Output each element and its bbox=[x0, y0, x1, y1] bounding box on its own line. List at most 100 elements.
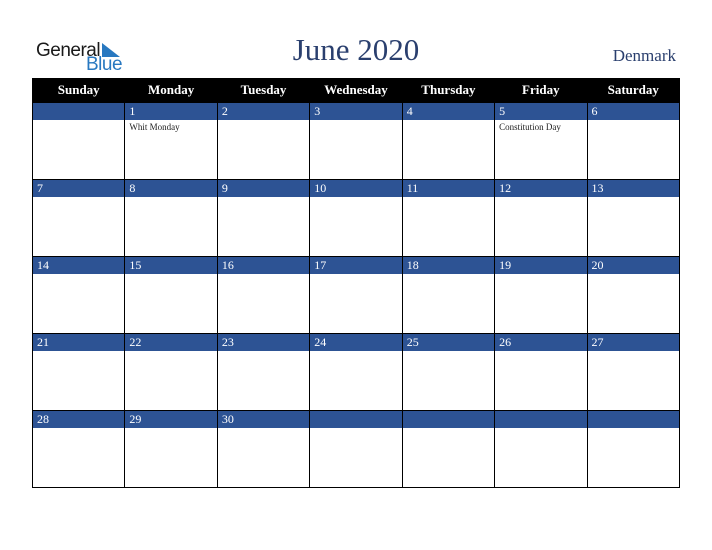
weekday-header: Tuesday bbox=[216, 78, 311, 103]
calendar-title: June 2020 bbox=[292, 32, 420, 67]
holiday-label bbox=[33, 351, 124, 353]
day-cell[interactable]: 20 bbox=[586, 256, 681, 334]
holiday-label bbox=[495, 351, 586, 353]
day-cell[interactable]: 16 bbox=[216, 256, 311, 334]
holiday-label bbox=[403, 120, 494, 122]
day-number: 28 bbox=[33, 411, 125, 428]
week-row: 28 29 30 bbox=[31, 410, 681, 488]
week-row: 7 8 9 10 11 12 13 bbox=[31, 179, 681, 257]
day-number: 6 bbox=[587, 103, 679, 120]
day-number: 3 bbox=[310, 103, 402, 120]
holiday-label bbox=[33, 428, 124, 430]
day-cell[interactable]: 1 Whit Monday bbox=[124, 102, 218, 180]
holiday-label bbox=[588, 197, 679, 199]
holiday-label bbox=[125, 428, 216, 430]
day-number: 5 bbox=[495, 103, 587, 120]
day-cell[interactable]: 30 bbox=[216, 410, 311, 488]
day-cell[interactable]: 11 bbox=[401, 179, 496, 257]
day-cell[interactable] bbox=[494, 410, 588, 488]
day-number: 30 bbox=[217, 411, 310, 428]
day-cell[interactable] bbox=[309, 410, 403, 488]
day-number: 11 bbox=[402, 180, 495, 197]
day-cell[interactable]: 9 bbox=[216, 179, 311, 257]
holiday-label bbox=[125, 351, 216, 353]
day-number: 15 bbox=[125, 257, 217, 274]
weekday-header: Monday bbox=[124, 78, 218, 103]
day-cell[interactable]: 18 bbox=[401, 256, 496, 334]
day-cell[interactable]: 14 bbox=[31, 256, 126, 334]
day-number: 13 bbox=[587, 180, 679, 197]
holiday-label bbox=[33, 197, 124, 199]
holiday-label bbox=[218, 197, 309, 199]
day-cell[interactable]: 19 bbox=[494, 256, 588, 334]
holiday-label bbox=[495, 428, 586, 430]
day-cell[interactable]: 4 bbox=[401, 102, 496, 180]
day-cell[interactable]: 12 bbox=[494, 179, 588, 257]
day-number: 22 bbox=[125, 334, 217, 351]
holiday-label bbox=[403, 428, 494, 430]
holiday-label bbox=[588, 351, 679, 353]
day-cell[interactable]: 24 bbox=[309, 333, 403, 411]
day-number: 17 bbox=[310, 257, 402, 274]
day-number bbox=[402, 411, 495, 428]
day-number: 2 bbox=[217, 103, 310, 120]
holiday-label bbox=[310, 120, 401, 122]
holiday-label bbox=[588, 120, 679, 122]
day-cell[interactable]: 29 bbox=[124, 410, 218, 488]
holiday-label bbox=[403, 274, 494, 276]
calendar-grid: Sunday Monday Tuesday Wednesday Thursday… bbox=[31, 78, 681, 488]
day-cell[interactable]: 6 bbox=[586, 102, 681, 180]
day-cell[interactable] bbox=[401, 410, 496, 488]
day-cell[interactable]: 8 bbox=[124, 179, 218, 257]
day-cell[interactable]: 27 bbox=[586, 333, 681, 411]
country-label: Denmark bbox=[612, 46, 676, 65]
weekday-header: Saturday bbox=[586, 78, 681, 103]
day-cell[interactable]: 3 bbox=[309, 102, 403, 180]
weekday-header: Friday bbox=[494, 78, 588, 103]
day-number: 25 bbox=[402, 334, 495, 351]
holiday-label bbox=[310, 197, 401, 199]
day-cell[interactable]: 22 bbox=[124, 333, 218, 411]
holiday-label bbox=[218, 274, 309, 276]
day-number: 8 bbox=[125, 180, 217, 197]
holiday-label bbox=[218, 120, 309, 122]
holiday-label bbox=[588, 274, 679, 276]
day-cell[interactable]: 10 bbox=[309, 179, 403, 257]
week-row: 14 15 16 17 18 19 20 bbox=[31, 256, 681, 334]
day-number: 10 bbox=[310, 180, 402, 197]
day-cell[interactable]: 15 bbox=[124, 256, 218, 334]
day-number: 7 bbox=[33, 180, 125, 197]
day-number: 12 bbox=[495, 180, 587, 197]
day-number: 1 bbox=[125, 103, 217, 120]
day-cell[interactable]: 25 bbox=[401, 333, 496, 411]
day-number: 21 bbox=[33, 334, 125, 351]
day-number: 23 bbox=[217, 334, 310, 351]
day-cell[interactable]: 21 bbox=[31, 333, 126, 411]
holiday-label bbox=[310, 428, 401, 430]
day-number: 14 bbox=[33, 257, 125, 274]
day-cell[interactable]: 26 bbox=[494, 333, 588, 411]
holiday-label bbox=[588, 428, 679, 430]
holiday-label bbox=[495, 274, 586, 276]
holiday-label bbox=[33, 120, 124, 122]
day-number bbox=[587, 411, 679, 428]
day-number bbox=[310, 411, 402, 428]
day-cell[interactable]: 2 bbox=[216, 102, 311, 180]
day-cell[interactable]: 13 bbox=[586, 179, 681, 257]
day-cell[interactable] bbox=[586, 410, 681, 488]
holiday-label bbox=[495, 197, 586, 199]
day-cell[interactable]: 23 bbox=[216, 333, 311, 411]
day-cell[interactable]: 5 Constitution Day bbox=[494, 102, 588, 180]
day-cell[interactable]: 7 bbox=[31, 179, 126, 257]
day-number: 19 bbox=[495, 257, 587, 274]
weekday-header-row: Sunday Monday Tuesday Wednesday Thursday… bbox=[31, 78, 681, 103]
day-number bbox=[33, 103, 125, 120]
day-cell[interactable]: 28 bbox=[31, 410, 126, 488]
holiday-label bbox=[125, 197, 216, 199]
holiday-label: Constitution Day bbox=[499, 122, 561, 132]
holiday-label bbox=[218, 428, 309, 430]
day-cell[interactable]: 17 bbox=[309, 256, 403, 334]
day-number: 16 bbox=[217, 257, 310, 274]
day-cell[interactable] bbox=[31, 102, 126, 180]
day-number: 24 bbox=[310, 334, 402, 351]
